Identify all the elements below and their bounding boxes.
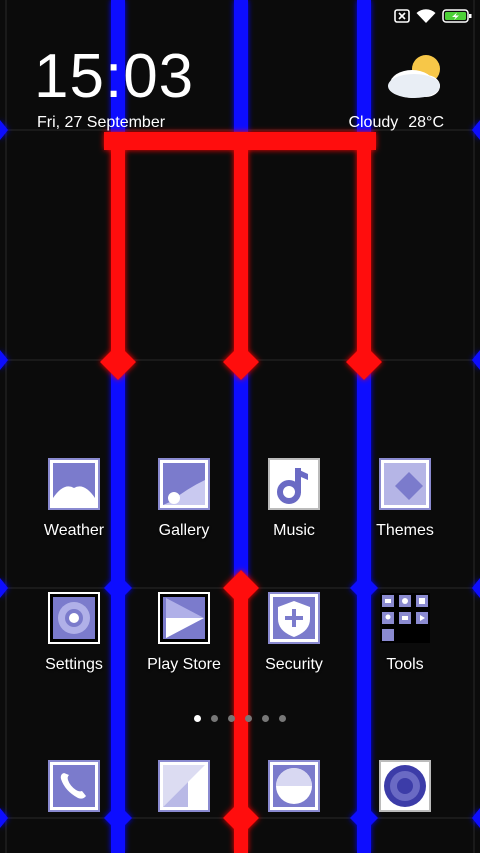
tools-folder-icon — [380, 593, 430, 643]
sim-off-icon — [394, 9, 410, 23]
page-indicator[interactable] — [0, 715, 480, 722]
app-label: Play Store — [147, 656, 221, 673]
music-note-icon — [268, 458, 320, 510]
app-label: Settings — [45, 656, 103, 673]
app-music[interactable]: Music — [239, 458, 349, 540]
app-label: Security — [265, 656, 323, 673]
status-bar — [394, 6, 472, 26]
dock-browser[interactable] — [239, 760, 349, 812]
app-gallery[interactable]: Gallery — [129, 458, 239, 540]
wifi-icon — [416, 9, 436, 23]
page-dot[interactable] — [245, 715, 252, 722]
app-weather[interactable]: Weather — [19, 458, 129, 540]
messages-app-icon — [158, 760, 210, 812]
phone-icon — [48, 760, 100, 812]
themes-app-icon — [379, 458, 431, 510]
app-security[interactable]: Security — [239, 592, 349, 674]
page-dot[interactable] — [279, 715, 286, 722]
weather-temperature: 28°C — [408, 114, 444, 131]
app-label: Tools — [386, 656, 424, 673]
dock-camera[interactable] — [350, 760, 460, 812]
clock-time[interactable]: 15:03 — [34, 46, 194, 108]
camera-app-icon — [379, 760, 431, 812]
app-label: Themes — [376, 522, 434, 539]
weather-summary[interactable]: Cloudy 28°C — [348, 114, 444, 132]
dock-messages[interactable] — [129, 760, 239, 812]
security-shield-icon — [268, 592, 320, 644]
play-store-icon — [158, 592, 210, 644]
app-label: Gallery — [158, 522, 210, 539]
app-label: Music — [273, 522, 315, 539]
weather-condition: Cloudy — [348, 114, 399, 131]
settings-gear-icon — [48, 592, 100, 644]
browser-app-icon — [268, 760, 320, 812]
folder-tools[interactable]: Tools — [350, 592, 460, 674]
page-dot[interactable] — [228, 715, 235, 722]
page-dot[interactable] — [194, 715, 201, 722]
app-themes[interactable]: Themes — [350, 458, 460, 540]
app-settings[interactable]: Settings — [19, 592, 129, 674]
gallery-app-icon — [158, 458, 210, 510]
weather-app-icon — [48, 458, 100, 510]
dock-phone[interactable] — [19, 760, 129, 812]
clock-date[interactable]: Fri, 27 September — [37, 114, 165, 132]
page-dot[interactable] — [211, 715, 218, 722]
battery-charging-icon — [442, 9, 472, 23]
page-dot[interactable] — [262, 715, 269, 722]
cloud-sun-icon[interactable] — [384, 52, 444, 104]
app-label: Weather — [43, 522, 105, 539]
app-play-store[interactable]: Play Store — [129, 592, 239, 674]
